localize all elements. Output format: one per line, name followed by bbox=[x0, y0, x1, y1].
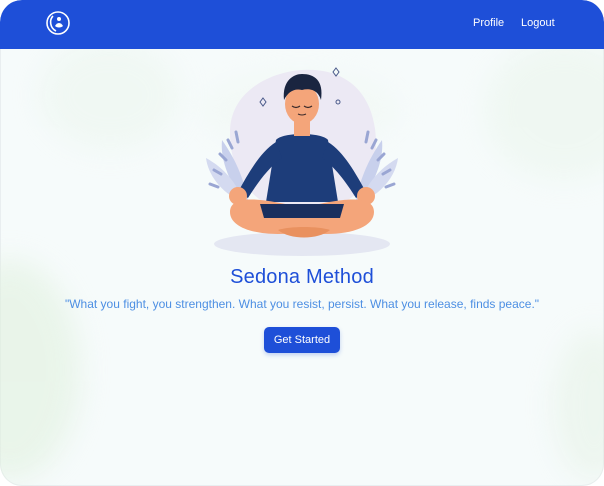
meditating-person-illustration bbox=[190, 62, 414, 262]
page-title: Sedona Method bbox=[230, 266, 374, 288]
background-decoration bbox=[0, 260, 80, 480]
app-window: Profile Logout Sedona Method "What you f… bbox=[0, 0, 604, 486]
hero-quote: "What you fight, you strengthen. What yo… bbox=[64, 297, 540, 311]
background-decoration bbox=[484, 40, 604, 180]
background-decoration bbox=[554, 330, 604, 480]
meditation-logo-icon[interactable] bbox=[45, 10, 71, 36]
get-started-button[interactable]: Get Started bbox=[264, 327, 340, 353]
background-decoration bbox=[40, 40, 180, 150]
nav-logout-link[interactable]: Logout bbox=[521, 17, 555, 29]
nav-profile-link[interactable]: Profile bbox=[473, 17, 504, 29]
top-navbar: Profile Logout bbox=[0, 0, 604, 49]
